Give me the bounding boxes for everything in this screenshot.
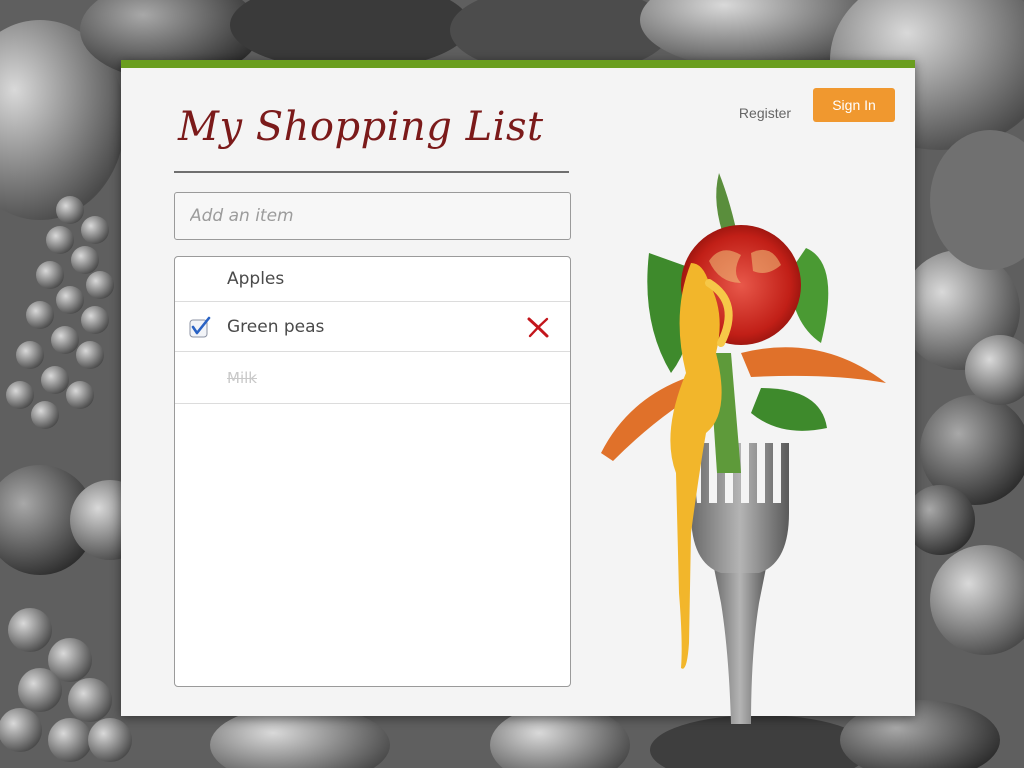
checkbox-checked-icon[interactable] bbox=[189, 316, 211, 338]
register-link[interactable]: Register bbox=[725, 96, 805, 130]
page-title: My Shopping List bbox=[178, 104, 544, 150]
title-divider bbox=[174, 171, 569, 173]
list-item[interactable]: Apples bbox=[175, 257, 570, 302]
shopping-list-card: My Shopping List Register Sign In Apples… bbox=[121, 60, 915, 724]
item-label: Milk bbox=[227, 369, 257, 387]
add-item-input[interactable] bbox=[174, 192, 571, 240]
fork-vegetables-image bbox=[591, 173, 911, 724]
delete-x-icon[interactable] bbox=[526, 315, 550, 339]
item-label: Apples bbox=[227, 269, 285, 289]
item-label: Green peas bbox=[227, 317, 325, 337]
sign-in-button[interactable]: Sign In bbox=[813, 88, 895, 122]
shopping-list: Apples Green peas Milk bbox=[174, 256, 571, 687]
list-item[interactable]: Green peas bbox=[175, 302, 570, 352]
list-item[interactable]: Milk bbox=[175, 352, 570, 404]
